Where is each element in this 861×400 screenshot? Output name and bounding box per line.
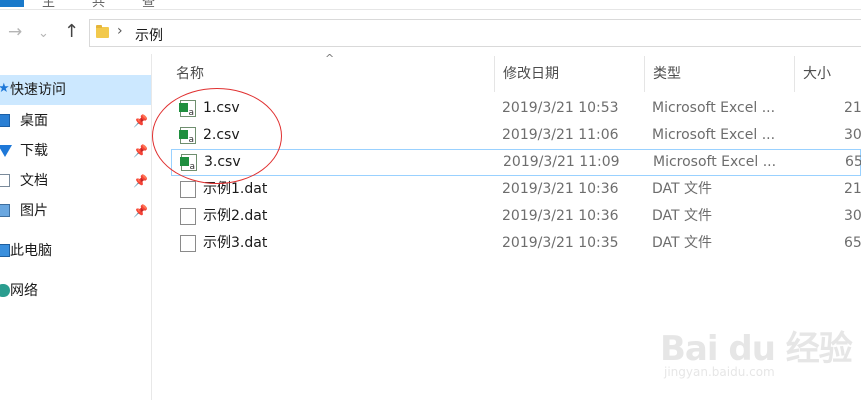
pictures-icon <box>0 204 10 217</box>
sidebar-item-downloads[interactable]: 下载 📌 <box>0 136 151 166</box>
sidebar-item-this-pc[interactable]: 此电脑 <box>0 236 151 266</box>
file-name: 1.csv <box>203 100 240 116</box>
file-type: DAT 文件 <box>652 181 713 197</box>
navigation-pane: ★ 快速访问 桌面 📌 下载 📌 文档 📌 图片 📌 此电脑 网络 <box>0 54 152 400</box>
file-name: 2.csv <box>203 127 240 143</box>
ribbon-tab-share[interactable]: 共 <box>92 0 105 9</box>
column-header-type[interactable]: 类型 <box>645 56 795 92</box>
column-header-size[interactable]: 大小 <box>795 56 861 92</box>
file-size: 21 <box>844 181 861 197</box>
ribbon-tab-view[interactable]: 查 <box>142 0 155 9</box>
pin-icon[interactable]: 📌 <box>133 136 148 166</box>
sidebar-item-label: 图片 <box>20 203 48 219</box>
excel-csv-icon <box>179 100 196 119</box>
recent-locations-button[interactable]: ⌄ <box>38 24 49 44</box>
blank-file-icon <box>180 235 196 252</box>
watermark-logo: Bai du 经验 <box>660 329 853 369</box>
ribbon-strip: 主 共 查 <box>0 0 861 10</box>
file-modified: 2019/3/21 10:35 <box>502 235 619 251</box>
pin-icon[interactable]: 📌 <box>133 196 148 226</box>
pin-icon[interactable]: 📌 <box>133 106 148 136</box>
file-modified: 2019/3/21 10:53 <box>502 100 619 116</box>
navigation-bar: → ⌄ ↑ › 示例 <box>0 10 861 54</box>
sidebar-item-label: 桌面 <box>20 113 48 129</box>
network-icon <box>0 284 10 297</box>
column-header-modified[interactable]: 修改日期 <box>495 56 645 92</box>
file-name: 3.csv <box>204 154 241 170</box>
excel-csv-icon <box>179 127 196 146</box>
sidebar-item-pictures[interactable]: 图片 📌 <box>0 196 151 226</box>
sidebar-item-desktop[interactable]: 桌面 📌 <box>0 106 151 136</box>
watermark-url: jingyan.baidu.com <box>664 365 775 379</box>
file-modified: 2019/3/21 10:36 <box>502 208 619 224</box>
file-size: 30 <box>844 127 861 143</box>
sidebar-item-label: 网络 <box>10 283 38 299</box>
excel-csv-icon <box>180 154 197 173</box>
ribbon-tab-home[interactable]: 主 <box>42 0 55 9</box>
file-type: DAT 文件 <box>652 235 713 251</box>
breadcrumb-item[interactable]: 示例 <box>135 25 163 45</box>
desktop-icon <box>0 114 10 127</box>
file-size: 65 <box>844 235 861 251</box>
watermark: Bai du 经验 jingyan.baidu.com <box>660 305 860 395</box>
sidebar-item-quick-access[interactable]: ★ 快速访问 <box>0 75 151 105</box>
file-name: 示例1.dat <box>203 181 268 197</box>
file-type: Microsoft Excel ... <box>653 154 777 170</box>
file-row[interactable]: 2.csv 2019/3/21 11:06 Microsoft Excel ..… <box>171 122 861 149</box>
file-row-selected[interactable]: 3.csv 2019/3/21 11:09 Microsoft Excel ..… <box>171 149 861 176</box>
file-modified: 2019/3/21 10:36 <box>502 181 619 197</box>
file-row[interactable]: 示例2.dat 2019/3/21 10:36 DAT 文件 30 <box>171 203 861 230</box>
blank-file-icon <box>180 181 196 198</box>
file-name: 示例3.dat <box>203 235 268 251</box>
documents-icon <box>0 174 10 187</box>
file-modified: 2019/3/21 11:06 <box>502 127 619 143</box>
download-icon <box>0 145 12 157</box>
computer-icon <box>0 244 10 257</box>
sidebar-item-label: 下载 <box>20 143 48 159</box>
up-button[interactable]: ↑ <box>64 22 79 42</box>
folder-icon <box>96 25 109 38</box>
file-size: 21 <box>844 100 861 116</box>
file-size: 65 <box>845 154 861 170</box>
file-row[interactable]: 1.csv 2019/3/21 10:53 Microsoft Excel ..… <box>171 95 861 122</box>
pin-icon[interactable]: 📌 <box>133 166 148 196</box>
file-name: 示例2.dat <box>203 208 268 224</box>
file-type: DAT 文件 <box>652 208 713 224</box>
column-header-name[interactable]: 名称 <box>168 56 495 92</box>
file-tab[interactable] <box>0 0 24 7</box>
back-button[interactable]: → <box>8 22 22 42</box>
address-bar[interactable]: › 示例 <box>89 19 861 47</box>
sidebar-item-label: 快速访问 <box>10 82 66 98</box>
file-type: Microsoft Excel ... <box>652 100 776 116</box>
file-row[interactable]: 示例1.dat 2019/3/21 10:36 DAT 文件 21 <box>171 176 861 203</box>
sidebar-item-label: 文档 <box>20 173 48 189</box>
chevron-right-icon[interactable]: › <box>117 23 123 39</box>
sidebar-item-documents[interactable]: 文档 📌 <box>0 166 151 196</box>
file-size: 30 <box>844 208 861 224</box>
sidebar-item-label: 此电脑 <box>10 243 52 259</box>
file-type: Microsoft Excel ... <box>652 127 776 143</box>
sidebar-item-network[interactable]: 网络 <box>0 276 151 306</box>
file-row[interactable]: 示例3.dat 2019/3/21 10:35 DAT 文件 65 <box>171 230 861 257</box>
file-modified: 2019/3/21 11:09 <box>503 154 620 170</box>
blank-file-icon <box>180 208 196 225</box>
